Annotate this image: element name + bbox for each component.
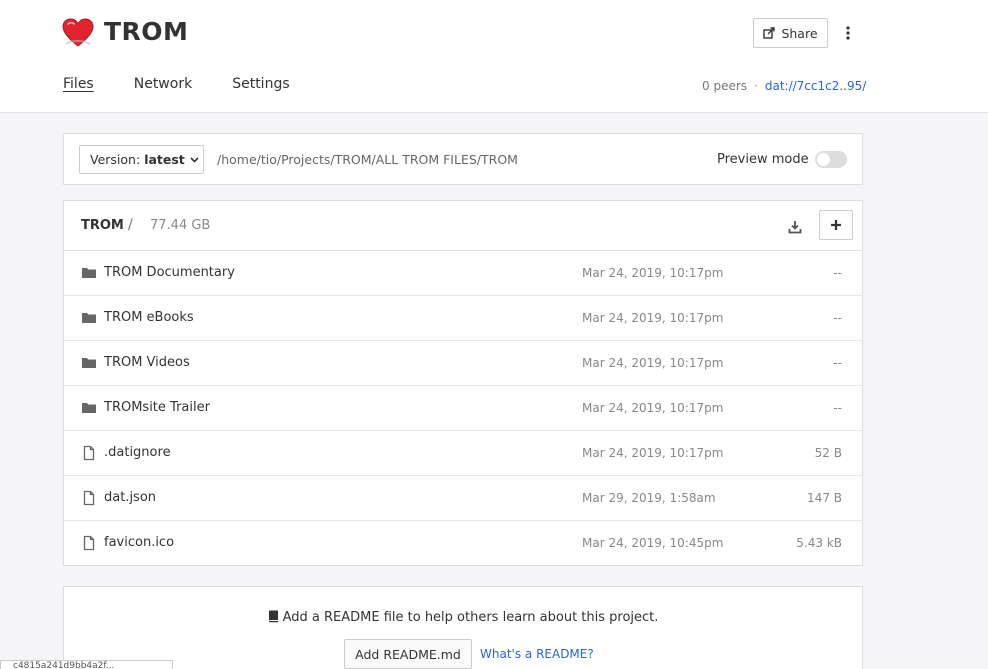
current-path: /home/tio/Projects/TROM/ALL TROM FILES/T…: [217, 152, 518, 167]
file-name: TROM Documentary: [104, 265, 235, 280]
file-date: Mar 24, 2019, 10:17pm: [582, 311, 724, 325]
file-date: Mar 29, 2019, 1:58am: [582, 491, 716, 505]
folder-icon: [82, 268, 96, 278]
folder-icon: [82, 313, 96, 323]
file-row[interactable]: TROM Videos Mar 24, 2019, 10:17pm --: [64, 341, 862, 386]
file-size: --: [833, 266, 842, 280]
file-date: Mar 24, 2019, 10:17pm: [582, 401, 724, 415]
chevron-down-icon: [190, 156, 199, 163]
breadcrumb-separator: /: [128, 217, 133, 233]
peers-separator: ·: [754, 79, 758, 93]
file-date: Mar 24, 2019, 10:45pm: [582, 536, 724, 550]
download-button[interactable]: [785, 217, 805, 237]
file-icon: [83, 490, 95, 506]
readme-panel: Add a README file to help others learn a…: [63, 586, 863, 669]
peers-count: 0 peers: [702, 79, 748, 93]
file-icon: [83, 535, 95, 551]
file-name: dat.json: [104, 490, 157, 505]
whats-a-readme-link[interactable]: What's a README?: [480, 647, 594, 661]
share-label: Share: [781, 25, 818, 41]
file-icon: [83, 445, 95, 461]
file-date: Mar 24, 2019, 10:17pm: [582, 446, 724, 460]
site-title: TROM: [104, 17, 189, 46]
toggle-knob: [817, 153, 830, 166]
breadcrumb-root[interactable]: TROM: [81, 218, 124, 233]
file-size: 5.43 kB: [796, 536, 842, 550]
file-row[interactable]: favicon.ico Mar 24, 2019, 10:45pm 5.43 k…: [64, 521, 862, 566]
file-row[interactable]: dat.json Mar 29, 2019, 1:58am 147 B: [64, 476, 862, 521]
file-size: 147 B: [807, 491, 842, 505]
version-value: latest: [144, 152, 185, 167]
total-size: 77.44 GB: [150, 218, 211, 233]
version-prefix: Version:: [90, 152, 141, 167]
add-file-button[interactable]: [819, 210, 853, 240]
file-name: TROM Videos: [104, 355, 190, 370]
main-nav: Files Network Settings: [63, 76, 290, 92]
heart-logo-icon: [62, 18, 94, 47]
file-name: favicon.ico: [104, 535, 175, 550]
peers-info: 0 peers · dat://7cc1c2..95/: [702, 79, 866, 93]
file-size: --: [833, 311, 842, 325]
file-name: TROM eBooks: [104, 310, 194, 325]
more-menu-button[interactable]: [838, 18, 858, 48]
file-row[interactable]: .datignore Mar 24, 2019, 10:17pm 52 B: [64, 431, 862, 476]
tab-network[interactable]: Network: [134, 76, 192, 92]
file-row[interactable]: TROMsite Trailer Mar 24, 2019, 10:17pm -…: [64, 386, 862, 431]
version-bar: Version: latest /home/tio/Projects/TROM/…: [63, 133, 863, 185]
readme-message: Add a README file to help others learn a…: [282, 610, 659, 625]
preview-mode-toggle[interactable]: [815, 151, 847, 168]
file-row[interactable]: TROM eBooks Mar 24, 2019, 10:17pm --: [64, 296, 862, 341]
file-name: TROMsite Trailer: [104, 400, 210, 415]
download-icon: [788, 221, 802, 234]
file-size: --: [833, 356, 842, 370]
file-row[interactable]: TROM Documentary Mar 24, 2019, 10:17pm -…: [64, 251, 862, 296]
file-browser-header: TROM / 77.44 GB: [64, 201, 862, 251]
file-size: --: [833, 401, 842, 415]
preview-mode-label: Preview mode: [717, 152, 809, 167]
tab-settings[interactable]: Settings: [232, 76, 289, 92]
plus-icon: [831, 220, 841, 230]
file-browser: TROM / 77.44 GB TROM Documentary Mar 24,…: [63, 200, 863, 566]
folder-icon: [82, 403, 96, 413]
share-icon: [763, 27, 776, 39]
share-button[interactable]: Share: [753, 18, 828, 48]
more-vertical-icon: [846, 26, 850, 40]
book-icon: [268, 610, 278, 623]
tab-files[interactable]: Files: [63, 76, 94, 92]
file-name: .datignore: [104, 445, 171, 460]
add-readme-button[interactable]: Add README.md: [344, 639, 472, 669]
version-select[interactable]: Version: latest: [79, 145, 204, 174]
dat-url-link[interactable]: dat://7cc1c2..95/: [765, 79, 866, 93]
folder-icon: [82, 358, 96, 368]
status-bar: c4815a241d9bb4a2f...: [0, 660, 173, 669]
file-date: Mar 24, 2019, 10:17pm: [582, 266, 724, 280]
readme-message-wrap: Add a README file to help others learn a…: [64, 610, 862, 625]
app-header: TROM Share Files Network Settings 0 peer…: [0, 0, 988, 113]
file-date: Mar 24, 2019, 10:17pm: [582, 356, 724, 370]
file-size: 52 B: [814, 446, 842, 460]
